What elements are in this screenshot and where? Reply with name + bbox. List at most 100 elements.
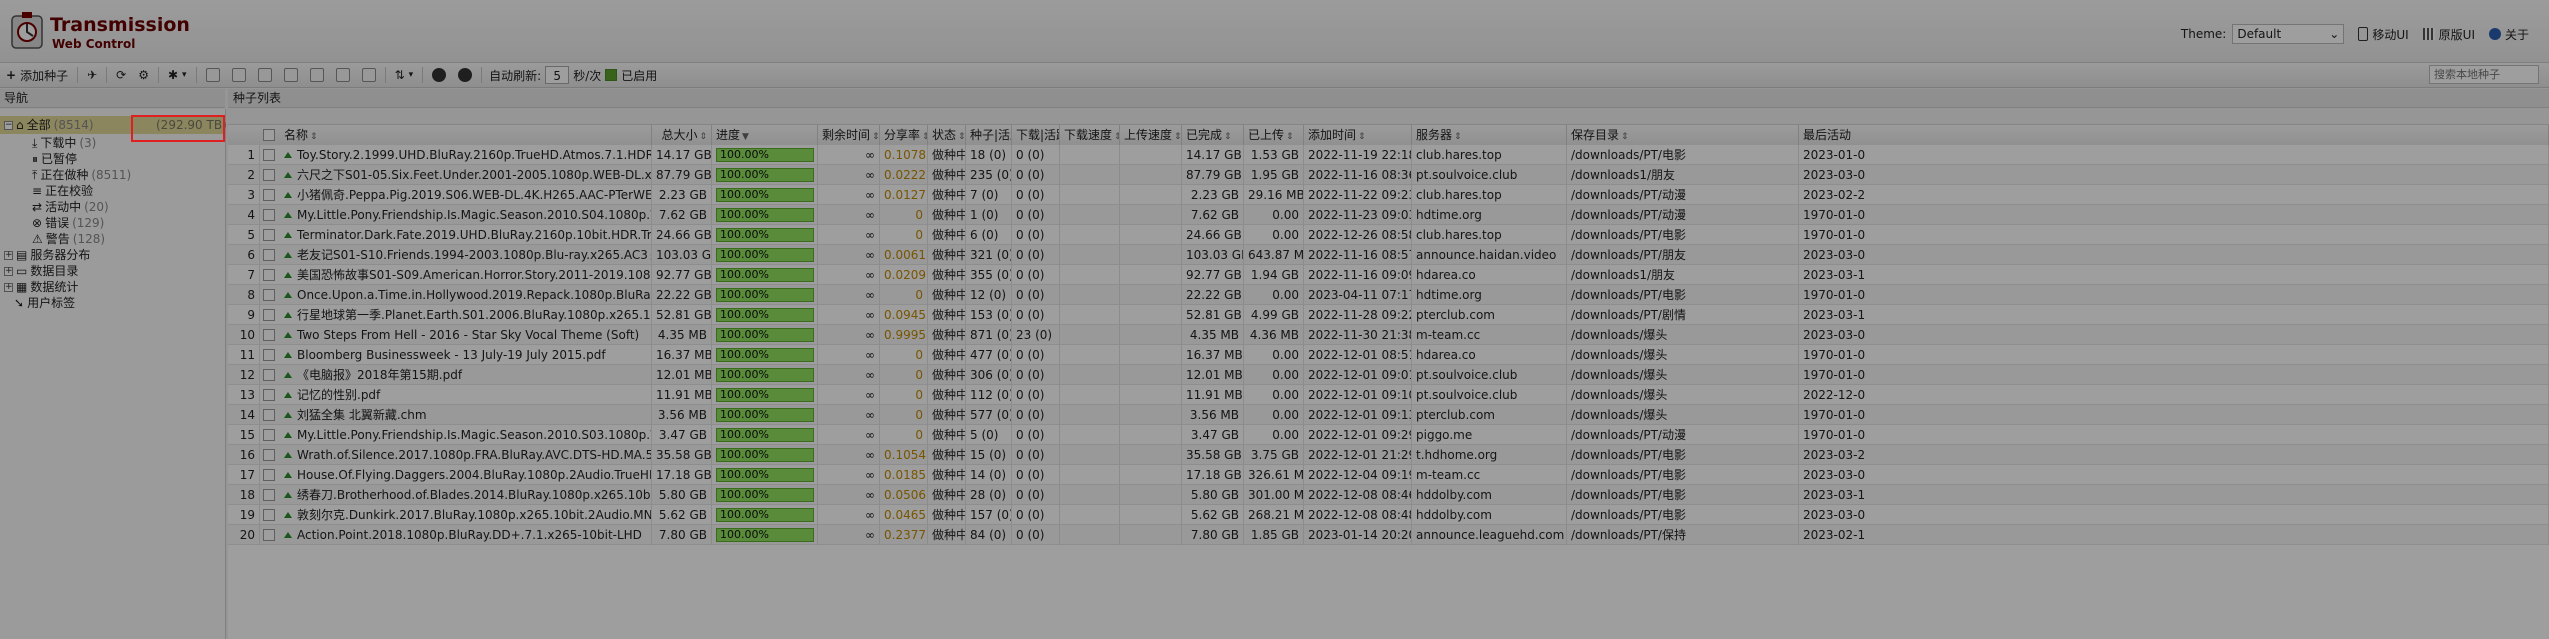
col-up-speed[interactable]: 上传速度 ⇕ [1120, 125, 1182, 145]
table-row[interactable]: 9 行星地球第一季.Planet.Earth.S01.2006.BluRay.10… [228, 305, 2549, 325]
row-checkbox[interactable] [263, 269, 275, 281]
nav-item-active[interactable]: ⇄ 活动中 (20) [32, 199, 109, 215]
nav-item-downloading[interactable]: ⤓ 下载中 (3) [32, 135, 96, 151]
row-checkbox[interactable] [263, 309, 275, 321]
row-checkbox[interactable] [263, 509, 275, 521]
col-progress[interactable]: 进度 ▼ [712, 125, 818, 145]
table-row[interactable]: 5 Terminator.Dark.Fate.2019.UHD.BluRay.21… [228, 225, 2549, 245]
row-checkbox[interactable] [263, 409, 275, 421]
table-row[interactable]: 1 Toy.Story.2.1999.UHD.BluRay.2160p.TrueH… [228, 145, 2549, 165]
search-input[interactable] [2429, 65, 2539, 84]
refresh-interval-input[interactable]: 5 [545, 66, 570, 84]
table-row[interactable]: 20 Action.Point.2018.1080p.BluRay.DD+.7.1… [228, 525, 2549, 545]
nav-item-checking[interactable]: ≡ 正在校验 [32, 183, 93, 199]
pause-all-button[interactable] [452, 64, 478, 86]
ratio: 0 [880, 425, 928, 445]
ratio: 0.2377 [880, 525, 928, 545]
table-row[interactable]: 19 敦刻尔克.Dunkirk.2017.BluRay.1080p.x265.10… [228, 505, 2549, 525]
col-dir[interactable]: 保存目录 ⇕ [1567, 125, 1799, 145]
pin-button[interactable]: ✈ [81, 64, 103, 86]
ratio: 0.1078 [880, 145, 928, 165]
table-row[interactable]: 11 Bloomberg Businessweek - 13 July-19 Ju… [228, 345, 2549, 365]
row-checkbox[interactable] [263, 169, 275, 181]
nav-item-warning[interactable]: ⚠ 警告 (128) [32, 231, 105, 247]
select-all-checkbox[interactable] [263, 129, 275, 141]
nav-item-labels[interactable]: ➘ 用户标签 [14, 295, 75, 311]
row-checkbox[interactable] [263, 229, 275, 241]
nav-item-all[interactable]: − ⌂ 全部 (8514) [4, 117, 94, 133]
nav-item-stats[interactable]: + ▦ 数据统计 [4, 279, 78, 295]
table-row[interactable]: 7 美国恐怖故事S01-S09.American.Horror.Story.201… [228, 265, 2549, 285]
pause-button[interactable] [226, 64, 252, 86]
col-last[interactable]: 最后活动 [1799, 125, 2549, 145]
row-checkbox[interactable] [263, 209, 275, 221]
remove-button[interactable] [278, 64, 304, 86]
col-added[interactable]: 添加时间 ⇕ [1304, 125, 1412, 145]
row-checkbox[interactable] [263, 189, 275, 201]
save-dir: /downloads/PT/动漫 [1567, 205, 1799, 225]
col-uploaded[interactable]: 已上传 ⇕ [1244, 125, 1304, 145]
rename-button[interactable] [356, 64, 382, 86]
col-down-speed[interactable]: 下载速度⇕ [1060, 125, 1120, 145]
row-checkbox[interactable] [263, 249, 275, 261]
row-checkbox[interactable] [263, 329, 275, 341]
start-button[interactable] [200, 64, 226, 86]
row-checkbox[interactable] [263, 429, 275, 441]
col-status[interactable]: 状态 ⇕ [928, 125, 966, 145]
col-name[interactable]: 名称 ⇕ [280, 125, 652, 145]
move-button[interactable] [330, 64, 356, 86]
row-checkbox[interactable] [263, 469, 275, 481]
row-checkbox[interactable] [263, 369, 275, 381]
settings-button[interactable]: ⚙ [132, 64, 155, 86]
table-row[interactable]: 10 Two Steps From Hell - 2016 - Star Sky … [228, 325, 2549, 345]
col-label: 总大小 [661, 128, 698, 142]
table-row[interactable]: 12 《电脑报》2018年第15期.pdf 12.01 MB 100.00% ∞ 0 做种中… [228, 365, 2549, 385]
up-speed [1120, 345, 1182, 365]
nav-item-dirs[interactable]: + ▭ 数据目录 [4, 263, 78, 279]
col-completed[interactable]: 已完成 ⇕ [1182, 125, 1244, 145]
plugins-button[interactable]: ✱ ▾ [162, 64, 193, 86]
col-server[interactable]: 服务器 ⇕ [1412, 125, 1567, 145]
col-remaining[interactable]: 剩余时间 ⇕ [818, 125, 880, 145]
verify-button[interactable] [252, 64, 278, 86]
table-row[interactable]: 14 刘猛全集 北翼新藏.chm 3.56 MB 100.00% ∞ 0 做种中 577 (0… [228, 405, 2549, 425]
theme-select[interactable]: Default ⌄ [2232, 24, 2345, 44]
queue-button[interactable]: ⇅ ▾ [389, 64, 420, 86]
start-all-button[interactable] [426, 64, 452, 86]
about-link[interactable]: 关于 [2488, 26, 2529, 43]
refresh-button[interactable]: ⟳ [110, 64, 132, 86]
row-checkbox[interactable] [263, 489, 275, 501]
nav-item-error[interactable]: ⊗ 错误 (129) [32, 215, 104, 231]
nav-item-paused[interactable]: ⏸ 已暂停 [32, 151, 77, 167]
row-checkbox[interactable] [263, 449, 275, 461]
table-row[interactable]: 6 老友记S01-S10.Friends.1994-2003.1080p.Blu-… [228, 245, 2549, 265]
col-ratio[interactable]: 分享率⇕ [880, 125, 928, 145]
row-checkbox[interactable] [263, 149, 275, 161]
completed: 103.03 GB [1182, 245, 1244, 265]
table-row[interactable]: 18 绣春刀.Brotherhood.of.Blades.2014.BluRay.… [228, 485, 2549, 505]
auto-refresh-checkbox[interactable] [605, 69, 618, 81]
row-checkbox[interactable] [263, 349, 275, 361]
row-checkbox[interactable] [263, 289, 275, 301]
separator [384, 67, 386, 83]
table-row[interactable]: 8 Once.Upon.a.Time.in.Hollywood.2019.Repa… [228, 285, 2549, 305]
col-total[interactable]: 总大小 ⇕ [652, 125, 712, 145]
remove-data-button[interactable] [304, 64, 330, 86]
col-seeds[interactable]: 种子|活跃 [966, 125, 1012, 145]
nav-item-seeding[interactable]: ⤒ 正在做种 (8511) [32, 167, 131, 183]
table-row[interactable]: 3 小猪佩奇.Peppa.Pig.2019.S06.WEB-DL.4K.H265.… [228, 185, 2549, 205]
row-checkbox[interactable] [263, 389, 275, 401]
table-row[interactable]: 16 Wrath.of.Silence.2017.1080p.FRA.BluRay… [228, 445, 2549, 465]
add-torrent-button[interactable]: + 添加种子 [0, 64, 74, 86]
row-checkbox[interactable] [263, 529, 275, 541]
nav-item-servers[interactable]: + ▤ 服务器分布 [4, 247, 90, 263]
table-row[interactable]: 17 House.Of.Flying.Daggers.2004.BluRay.10… [228, 465, 2549, 485]
separator [77, 67, 79, 83]
table-row[interactable]: 4 My.Little.Pony.Friendship.Is.Magic.Seas… [228, 205, 2549, 225]
table-row[interactable]: 15 My.Little.Pony.Friendship.Is.Magic.Sea… [228, 425, 2549, 445]
table-row[interactable]: 13 记忆的性别.pdf 11.91 MB 100.00% ∞ 0 做种中 112 (0) 0 … [228, 385, 2549, 405]
table-row[interactable]: 2 六尺之下S01-05.Six.Feet.Under.2001-2005.108… [228, 165, 2549, 185]
original-ui-link[interactable]: 原版UI [2422, 26, 2475, 43]
col-peers[interactable]: 下载|活跃 [1012, 125, 1060, 145]
mobile-ui-link[interactable]: 移动UI [2358, 26, 2409, 43]
